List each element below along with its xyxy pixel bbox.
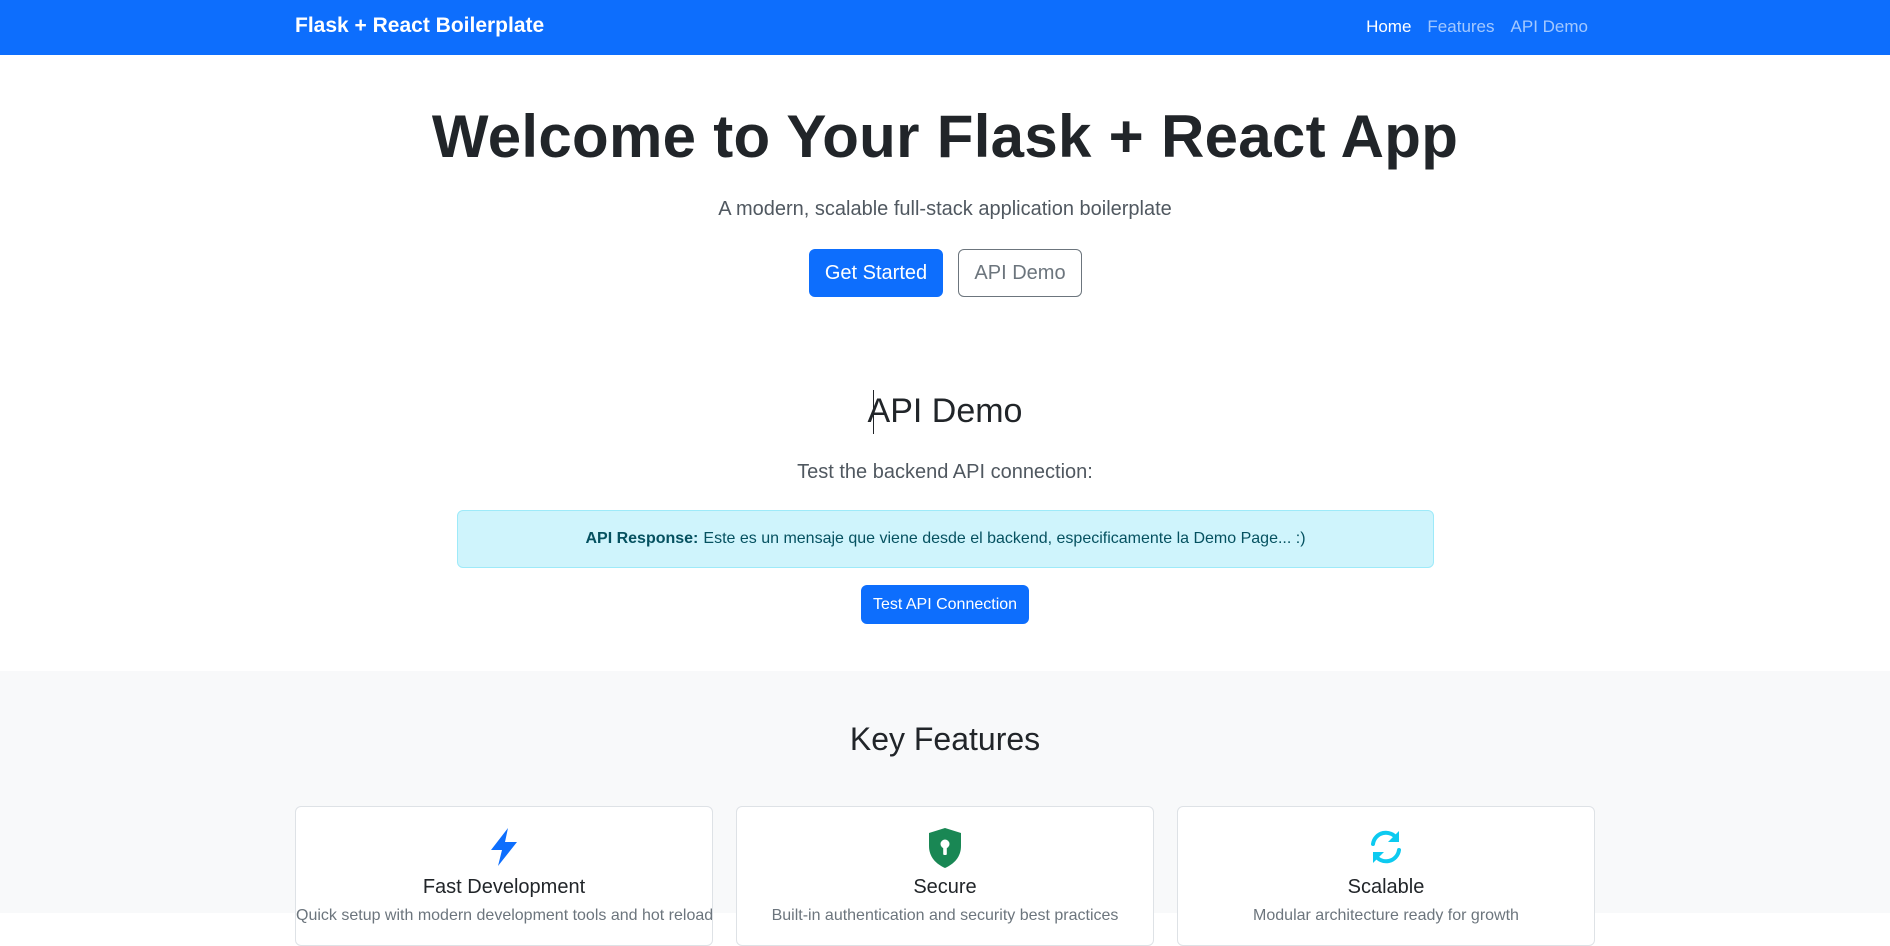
- feature-card-secure: Secure Built-in authentication and secur…: [736, 806, 1154, 946]
- get-started-button[interactable]: Get Started: [809, 249, 943, 297]
- feature-card-text: Built-in authentication and security bes…: [771, 907, 1119, 924]
- lightning-icon: [296, 827, 712, 867]
- api-response-alert: API Response: Este es un mensaje que vie…: [457, 510, 1434, 568]
- nav-links: Home Features API Demo: [1366, 17, 1588, 37]
- feature-card-fast-development: Fast Development Quick setup with modern…: [295, 806, 713, 946]
- hero-title: Welcome to Your Flask + React App: [431, 103, 1459, 170]
- api-demo-button[interactable]: API Demo: [958, 249, 1082, 297]
- test-api-connection-button[interactable]: Test API Connection: [861, 585, 1029, 624]
- nav-link-api-demo[interactable]: API Demo: [1511, 17, 1588, 37]
- feature-card-text: Modular architecture ready for growth: [1253, 907, 1519, 924]
- feature-card-title: Scalable: [1347, 876, 1425, 898]
- hero-subtitle: A modern, scalable full-stack applicatio…: [718, 198, 1172, 220]
- nav-link-features[interactable]: Features: [1427, 17, 1494, 37]
- top-navbar: Flask + React Boilerplate Home Features …: [0, 0, 1890, 55]
- nav-link-home[interactable]: Home: [1366, 17, 1411, 37]
- api-response-text: Este es un mensaje que viene desde el ba…: [703, 530, 1306, 547]
- features-section: Key Features Fast Development Quick setu…: [0, 671, 1890, 946]
- refresh-icon: [1178, 827, 1594, 867]
- feature-card-scalable: Scalable Modular architecture ready for …: [1177, 806, 1595, 946]
- feature-card-text: Quick setup with modern development tool…: [296, 907, 713, 924]
- api-demo-title: API Demo: [867, 392, 1023, 430]
- text-caret: [873, 390, 874, 434]
- api-demo-subtitle: Test the backend API connection:: [797, 461, 1093, 483]
- feature-card-title: Fast Development: [422, 876, 586, 898]
- api-response-label: API Response:: [585, 530, 699, 547]
- shield-lock-icon: [737, 827, 1153, 869]
- features-title: Key Features: [849, 721, 1041, 757]
- feature-card-title: Secure: [913, 876, 977, 898]
- navbar-brand[interactable]: Flask + React Boilerplate: [295, 14, 544, 38]
